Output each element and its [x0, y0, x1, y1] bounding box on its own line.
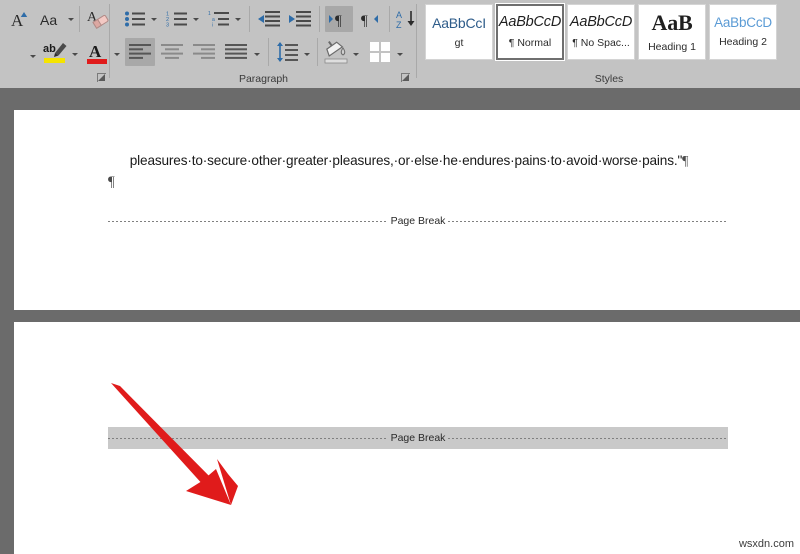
bullets-button[interactable]	[122, 6, 148, 32]
font-color-button[interactable]: A	[83, 38, 111, 66]
style-item-no-spacing[interactable]: AaBbCcD ¶ No Spac...	[567, 4, 635, 60]
font-size-dropdown-caret[interactable]	[28, 46, 38, 66]
align-right-button[interactable]	[189, 38, 219, 66]
styles-gallery: AaBbCcI gt AaBbCcD ¶ Normal AaBbCcD ¶ No…	[425, 3, 777, 61]
paragraph-group-label: Paragraph	[238, 73, 289, 85]
justify-button[interactable]	[221, 38, 251, 66]
text-highlight-color-dropdown-caret[interactable]	[70, 44, 80, 64]
ribbon-group-paragraph: 1 2 3 1 a i ¶ ¶ A Z Paragraph	[112, 0, 456, 88]
change-case-button[interactable]: Aa	[36, 6, 66, 32]
page-break-label: Page Break	[390, 432, 446, 444]
page-break-rule-right	[448, 220, 728, 222]
page-break-marker-1[interactable]: Page Break	[108, 213, 728, 229]
style-item-gt[interactable]: AaBbCcI gt	[425, 4, 493, 60]
style-preview: AaB	[651, 9, 693, 35]
shading-dropdown-caret[interactable]	[351, 44, 361, 64]
text-highlight-color-button[interactable]: ab	[41, 38, 69, 66]
svg-text:A: A	[396, 10, 402, 20]
svg-text:1: 1	[208, 11, 211, 17]
increase-font-size-button[interactable]: A	[6, 6, 34, 32]
ribbon-group-font: A Aa A ab A	[0, 0, 112, 88]
font-dialog-launcher[interactable]	[96, 72, 108, 84]
borders-dropdown-caret[interactable]	[395, 44, 405, 64]
style-item-heading-2[interactable]: AaBbCcD Heading 2	[709, 4, 777, 60]
numbering-dropdown-caret[interactable]	[191, 9, 201, 29]
multilevel-list-dropdown-caret[interactable]	[233, 9, 243, 29]
page-break-rule-left	[108, 220, 388, 222]
page-break-marker-2[interactable]: Page Break	[108, 427, 728, 449]
page-break-rule-right	[448, 437, 728, 439]
change-case-dropdown-caret[interactable]	[66, 9, 76, 29]
svg-text:¶: ¶	[361, 13, 368, 28]
style-label: Heading 1	[648, 40, 696, 53]
svg-text:Aa: Aa	[40, 12, 57, 28]
paragraph-mark-icon: ¶	[682, 153, 689, 168]
style-item-normal[interactable]: AaBbCcD ¶ Normal	[495, 3, 565, 61]
style-label: Heading 2	[719, 36, 767, 49]
paragraph-dialog-launcher[interactable]	[400, 72, 412, 84]
svg-text:¶: ¶	[335, 13, 342, 28]
document-canvas[interactable]: pleasures·to·secure·other·greater·pleasu…	[0, 88, 800, 554]
justify-dropdown-caret[interactable]	[252, 44, 262, 64]
svg-text:3: 3	[166, 23, 169, 29]
document-page-2[interactable]: Page Break	[14, 322, 800, 554]
borders-button[interactable]	[366, 38, 394, 66]
style-preview: AaBbCcD	[569, 14, 633, 31]
page-break-rule-left	[108, 437, 388, 439]
style-label: ¶ Normal	[508, 36, 552, 49]
style-label: gt	[454, 36, 464, 49]
style-label: ¶ No Spac...	[572, 36, 630, 49]
left-to-right-text-direction-button[interactable]: ¶	[325, 6, 353, 32]
clear-all-formatting-button[interactable]: A	[84, 6, 112, 32]
svg-text:Z: Z	[396, 20, 402, 29]
page-break-label: Page Break	[390, 215, 446, 227]
svg-text:ab: ab	[43, 43, 56, 55]
line-and-paragraph-spacing-button[interactable]	[273, 38, 301, 66]
ribbon: A Aa A ab A 1 2 3 1 a i ¶ ¶ A Z Paragrap…	[0, 0, 800, 88]
multilevel-list-button[interactable]: 1 a i	[206, 6, 232, 32]
line-spacing-dropdown-caret[interactable]	[302, 44, 312, 64]
svg-text:i: i	[212, 23, 213, 29]
right-to-left-text-direction-button[interactable]: ¶	[356, 6, 384, 32]
decrease-indent-button[interactable]	[255, 6, 283, 32]
style-preview: AaBbCcI	[432, 14, 486, 31]
watermark: wsxdn.com	[738, 538, 794, 550]
empty-paragraph-mark-icon: ¶	[108, 174, 115, 190]
document-page-1[interactable]: pleasures·to·secure·other·greater·pleasu…	[14, 110, 800, 310]
paragraph-text-line: pleasures·to·secure·other·greater·pleasu…	[108, 138, 689, 184]
body-text: pleasures·to·secure·other·greater·pleasu…	[129, 153, 683, 168]
svg-text:A: A	[11, 11, 24, 30]
style-item-heading-1[interactable]: AaB Heading 1	[638, 4, 706, 60]
shading-button[interactable]	[322, 38, 350, 66]
styles-group-label: Styles	[594, 73, 624, 85]
style-preview: AaBbCcD	[714, 14, 772, 30]
style-preview: AaBbCcD	[498, 14, 562, 31]
bullets-dropdown-caret[interactable]	[149, 9, 159, 29]
svg-text:A: A	[89, 42, 102, 61]
align-left-button[interactable]	[125, 38, 155, 66]
increase-indent-button[interactable]	[286, 6, 314, 32]
center-button[interactable]	[157, 38, 187, 66]
numbering-button[interactable]: 1 2 3	[164, 6, 190, 32]
